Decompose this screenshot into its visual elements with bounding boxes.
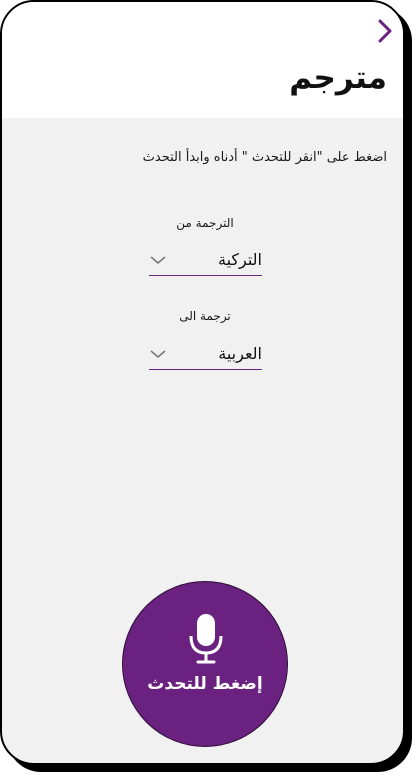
press-to-talk-label: إضغط للتحدث: [147, 674, 263, 694]
from-language-label: الترجمة من: [176, 216, 234, 230]
to-language-label: ترجمة الى: [179, 309, 231, 323]
page-title: مترجم: [289, 60, 387, 96]
microphone-icon: [189, 614, 223, 664]
to-language-select[interactable]: العربية: [149, 340, 262, 370]
device-frame: مترجم اضغط على "انقر للتحدث " أدناه وابد…: [0, 0, 405, 765]
app-header: مترجم: [2, 2, 403, 118]
from-language-value: التركية: [218, 250, 262, 269]
chevron-down-icon: [150, 350, 166, 359]
chevron-down-icon: [150, 256, 166, 265]
chevron-right-icon: [378, 19, 392, 43]
back-button[interactable]: [374, 16, 396, 46]
to-language-value: العربية: [218, 344, 262, 363]
from-language-select[interactable]: التركية: [149, 246, 262, 276]
press-to-talk-button[interactable]: إضغط للتحدث: [122, 581, 288, 747]
instructions-text: اضغط على "انقر للتحدث " أدناه وابدأ التح…: [142, 150, 387, 165]
